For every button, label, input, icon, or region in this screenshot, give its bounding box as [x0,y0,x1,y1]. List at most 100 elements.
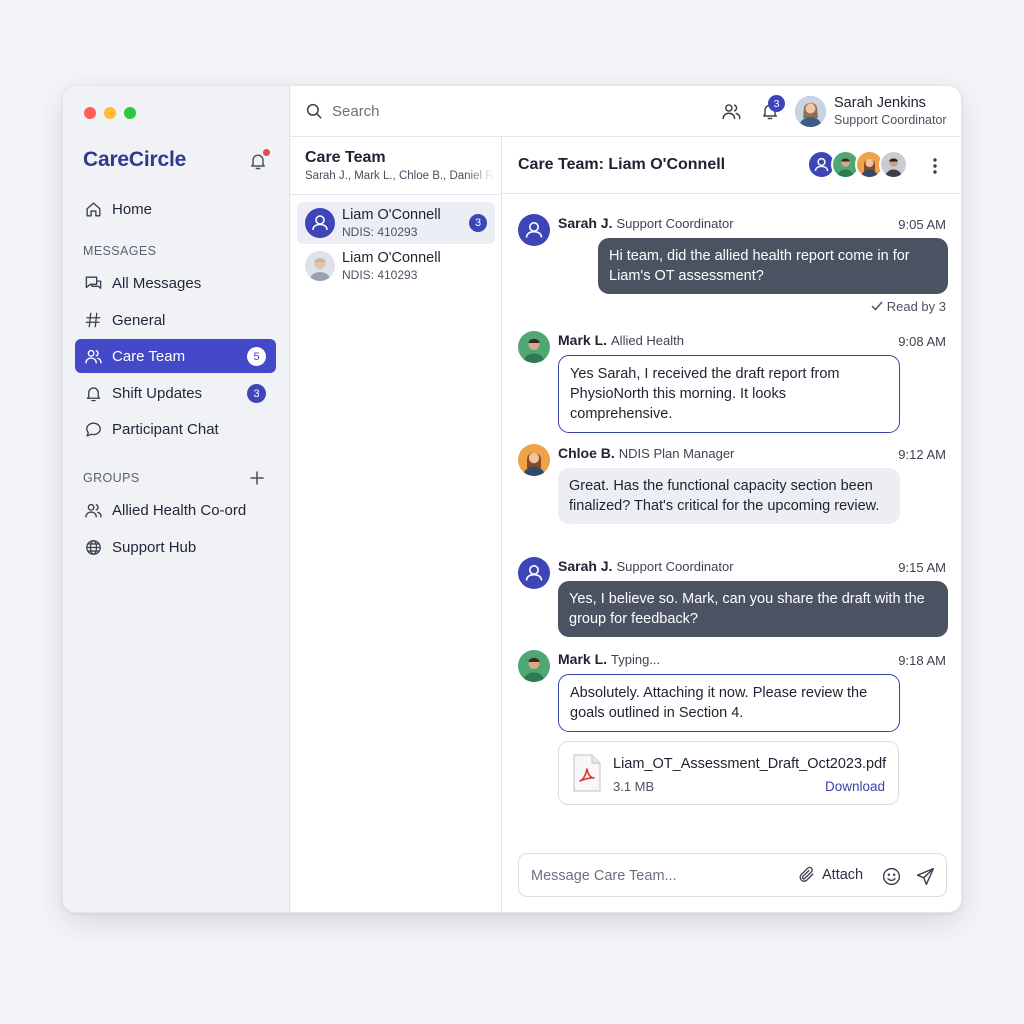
sidebar-item-label: General [112,311,166,329]
sidebar-item-label: Home [112,200,153,218]
chat-bubbles-icon [83,273,103,293]
search-icon[interactable] [305,102,323,120]
message-sender: Chloe B. NDIS Plan Manager [558,445,734,461]
unread-count-badge: 3 [469,214,487,232]
conversation-name: Liam O'Connell [342,207,441,223]
globe-icon [83,537,103,557]
add-group-icon[interactable] [249,470,265,486]
message-sender: Sarah J. Support Coordinator [558,215,734,231]
chat-header: Care Team: Liam O'Connell [502,137,961,194]
download-link[interactable]: Download [825,779,885,794]
sender-name: Sarah J. [558,215,613,231]
sidebar-item-label: Care Team [112,347,186,365]
sender-name: Mark L. [558,651,608,667]
avatar [518,444,550,476]
sidebar-item-shift-updates[interactable]: Shift Updates 3 [75,376,276,410]
file-size: 3.1 MB [613,779,655,794]
sidebar-item-label: Participant Chat [112,420,219,438]
chat-panel: Care Team: Liam O'Connell Sarah J. Suppo… [502,137,961,912]
conversation-item[interactable]: Liam O'Connell NDIS: 410293 3 [297,202,495,244]
sidebar-item-label: Allied Health Co-ord [112,501,247,519]
read-receipt: Read by 3 [871,299,946,314]
message-time: 9:18 AM [898,653,946,668]
search-input[interactable]: Search [332,103,380,120]
conversation-members: Sarah J., Mark L., Chloe B., Daniel R. [305,170,495,182]
message-time: 9:08 AM [898,334,946,349]
message-bubble: Yes, I believe so. Mark, can you share t… [558,581,948,637]
minimize-window-button[interactable] [104,107,116,119]
sidebar-item-label: All Messages [112,274,202,292]
user-role: Support Coordinator [834,113,947,127]
avatar [305,251,335,281]
avatar [518,650,550,682]
window-controls [84,107,136,119]
sidebar-item-support-hub[interactable]: Support Hub [75,530,276,564]
app-window: CareCircle Home MESSAGES All Messages Ge… [62,85,962,913]
groups-heading: GROUPS [83,471,140,485]
bell-icon [83,383,103,403]
user-avatar[interactable] [795,96,826,127]
conversation-list-title: Care Team [305,149,386,166]
message-bubble: Hi team, did the allied health report co… [598,238,948,294]
attach-button[interactable]: Attach [797,865,863,884]
sidebar-item-care-team[interactable]: Care Team 5 [75,339,276,373]
conversation-name: Liam O'Connell [342,250,441,266]
sidebar-item-all-messages[interactable]: All Messages [75,266,276,300]
more-options-icon[interactable] [926,156,944,176]
maximize-window-button[interactable] [124,107,136,119]
sidebar-item-participant-chat[interactable]: Participant Chat [75,412,276,446]
sidebar-item-label: Support Hub [112,538,197,556]
sender-role: Allied Health [611,333,685,348]
conversation-subtitle: NDIS: 410293 [342,225,418,239]
message-bubble: Absolutely. Attaching it now. Please rev… [558,674,900,732]
avatar [879,150,908,179]
hash-icon [83,310,103,330]
checkmark-icon [871,301,883,311]
send-icon[interactable] [915,866,936,887]
pdf-icon [572,754,602,792]
sender-name: Mark L. [558,332,608,348]
close-window-button[interactable] [84,107,96,119]
file-attachment[interactable]: Liam_OT_Assessment_Draft_Oct2023.pdf 3.1… [558,741,899,805]
sender-name: Chloe B. [558,445,615,461]
message-time: 9:15 AM [898,560,946,575]
contacts-icon[interactable] [721,101,742,122]
home-icon [83,199,103,219]
sidebar-item-allied-health[interactable]: Allied Health Co-ord [75,493,276,527]
sender-role: Support Coordinator [616,216,734,231]
message-bubble: Great. Has the functional capacity secti… [558,468,900,524]
emoji-icon[interactable] [881,866,902,887]
message-composer: Attach [518,853,947,897]
read-receipt-label: Read by 3 [886,299,946,314]
attach-label: Attach [822,866,864,883]
sender-role: NDIS Plan Manager [618,446,735,461]
people-icon [83,346,103,366]
conversation-list: Care Team Sarah J., Mark L., Chloe B., D… [290,137,502,912]
notification-count-badge: 3 [768,95,785,112]
sidebar-item-label: Shift Updates [112,384,203,402]
sidebar-item-general[interactable]: General [75,303,276,337]
chat-bubble-icon [83,419,103,439]
conversation-item[interactable]: Liam O'Connell NDIS: 410293 [297,245,495,287]
file-name: Liam_OT_Assessment_Draft_Oct2023.pdf [613,756,887,772]
unread-dot [263,149,270,156]
person-avatar-icon [518,557,550,589]
message-time: 9:12 AM [898,447,946,462]
message-time: 9:05 AM [898,217,946,232]
messages-heading: MESSAGES [83,244,157,258]
sidebar-item-home[interactable]: Home [75,192,276,226]
sender-name: Sarah J. [558,558,613,574]
paperclip-icon [799,866,814,882]
person-avatar-icon [518,214,550,246]
people-icon [83,500,103,520]
message-bubble: Yes Sarah, I received the draft report f… [558,355,900,433]
conversation-subtitle: NDIS: 410293 [342,268,418,282]
brand-logo: CareCircle [83,148,187,171]
message-input[interactable] [531,866,781,886]
unread-count-badge: 5 [247,347,266,366]
user-name: Sarah Jenkins [834,95,926,111]
sender-role: Support Coordinator [616,559,734,574]
message-sender: Mark L. Allied Health [558,332,684,348]
notification-bell-icon[interactable] [248,149,270,171]
person-avatar-icon [305,208,335,238]
